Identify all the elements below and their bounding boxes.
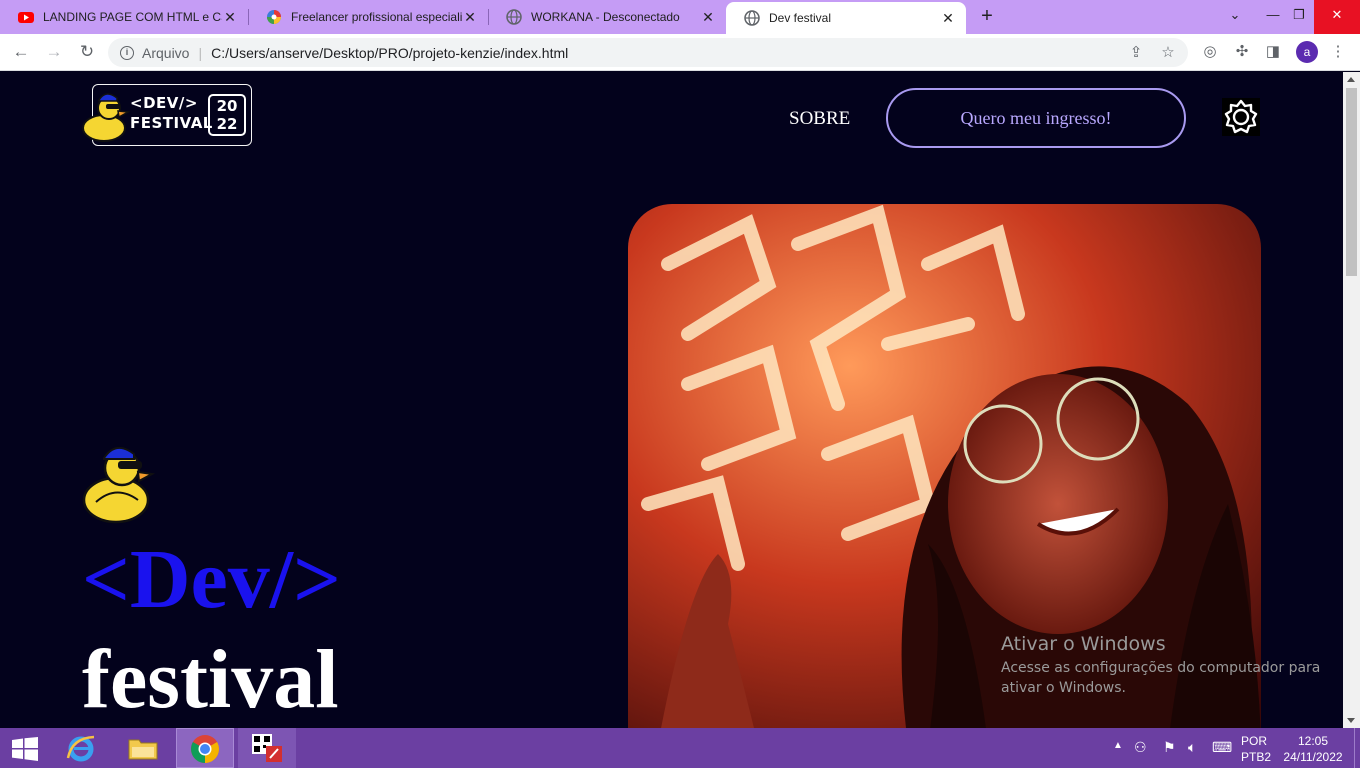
show-desktop-button[interactable] (1354, 728, 1360, 768)
logo-year-bottom: 22 (216, 115, 238, 133)
tab-title: WORKANA - Desconectado (531, 10, 680, 24)
folder-icon (128, 739, 158, 760)
more-menu-icon[interactable]: ⋮ (1329, 43, 1347, 61)
tray-expand-icon[interactable]: ▲ (1113, 740, 1123, 768)
hero-title-festival: festival (82, 633, 339, 726)
tab-title: Freelancer profissional especialista (291, 10, 462, 24)
tab-workana[interactable]: WORKANA - Desconectado ✕ (488, 0, 726, 34)
back-arrow-icon[interactable]: ← (10, 42, 32, 64)
windows-start-icon[interactable] (12, 737, 38, 761)
volume-icon[interactable]: 🔈︎ (1188, 739, 1196, 768)
windows-taskbar: ▲ ⚇ ⚑ 🔈︎ ⌨ POR PTB2 12:05 24/11/2022 (0, 728, 1360, 768)
language-code: POR (1241, 734, 1268, 748)
logo-dev-text: <DEV/> (130, 94, 198, 112)
site-logo[interactable]: <DEV/> FESTIVAL 20 22 (82, 84, 252, 146)
url-text: C:/Users/anserve/Desktop/PRO/projeto-ken… (211, 44, 569, 61)
restore-button[interactable]: ❐ (1282, 0, 1316, 34)
taskbar-file-explorer[interactable] (114, 728, 172, 768)
bookmark-star-icon[interactable]: ☆ (1160, 45, 1176, 61)
duck-logo-icon (82, 93, 131, 142)
sun-icon[interactable] (1222, 98, 1260, 136)
activate-title: Ativar o Windows (1001, 633, 1166, 655)
info-icon[interactable]: i (120, 45, 134, 60)
tab-landing-page[interactable]: LANDING PAGE COM HTML e CSS ✕ (0, 0, 248, 34)
keyboard-layout: PTB2 (1241, 750, 1272, 764)
activate-windows-watermark: Ativar o Windows Acesse as configurações… (1001, 633, 1320, 698)
qr-tool-icon (252, 734, 282, 762)
new-tab-button[interactable]: + (976, 6, 998, 28)
people-icon[interactable]: ⚇ (1134, 739, 1147, 768)
network-icon[interactable]: ⌨ (1212, 739, 1232, 768)
duck-mascot-icon (82, 447, 156, 524)
activate-line1: Acesse as configurações do computador pa… (1001, 660, 1321, 676)
share-icon[interactable]: ⇪ (1128, 45, 1144, 61)
page-scrollbar[interactable] (1343, 72, 1360, 728)
taskbar-app-qr[interactable] (238, 728, 296, 768)
internet-explorer-icon (66, 735, 95, 762)
colorwheel-icon (267, 10, 281, 24)
close-tab-icon[interactable]: ✕ (462, 9, 478, 26)
tab-strip: LANDING PAGE COM HTML e CSS ✕ Freelancer… (0, 0, 1360, 34)
taskbar-internet-explorer[interactable] (52, 728, 110, 768)
browser-toolbar: ← → ↻ i Arquivo | C:/Users/anserve/Deskt… (0, 34, 1360, 71)
scheme-label: Arquivo (142, 44, 190, 61)
language-indicator[interactable]: POR PTB2 (1241, 733, 1271, 768)
logo-year-top: 20 (216, 97, 238, 115)
flag-icon[interactable]: ⚑ (1163, 739, 1176, 768)
tab-title: LANDING PAGE COM HTML e CSS (43, 10, 222, 24)
address-divider: | (198, 44, 203, 61)
close-window-button[interactable]: ✕ (1314, 0, 1360, 34)
address-bar[interactable]: i Arquivo | C:/Users/anserve/Desktop/PRO… (108, 38, 1188, 67)
close-tab-icon[interactable]: ✕ (222, 9, 238, 26)
tab-freelancer[interactable]: Freelancer profissional especialista ✕ (248, 0, 488, 34)
clock-time: 12:05 (1297, 734, 1329, 748)
scroll-down-icon[interactable] (1347, 718, 1355, 723)
buy-ticket-button[interactable]: Quero meu ingresso! (886, 88, 1186, 148)
puzzle-icon[interactable]: ✣ (1233, 43, 1251, 61)
side-panel-icon[interactable]: ◨ (1264, 43, 1282, 61)
extension-globe-icon[interactable]: ◎ (1201, 43, 1219, 61)
page-viewport: <DEV/> FESTIVAL 20 22 SOBRE Quero meu in… (0, 72, 1343, 728)
globe-icon (744, 10, 760, 26)
globe-icon (506, 9, 522, 25)
chrome-icon (191, 735, 219, 763)
taskbar-chrome[interactable] (176, 728, 234, 768)
youtube-icon (18, 12, 34, 23)
avatar[interactable]: a (1296, 41, 1318, 63)
reload-icon[interactable]: ↻ (76, 42, 98, 64)
close-tab-icon[interactable]: ✕ (700, 9, 716, 26)
scroll-up-icon[interactable] (1347, 77, 1355, 82)
tab-dev-festival[interactable]: Dev festival ✕ (726, 2, 966, 34)
logo-year-box: 20 22 (208, 94, 246, 136)
tab-title: Dev festival (769, 11, 832, 25)
clock-date: 24/11/2022 (1283, 750, 1343, 764)
tab-search-chevron-down-icon[interactable]: ⌄ (1218, 0, 1252, 34)
hero-title-dev: <Dev/> (82, 533, 342, 626)
forward-arrow-icon[interactable]: → (43, 42, 65, 64)
scroll-thumb[interactable] (1346, 88, 1357, 276)
close-tab-icon[interactable]: ✕ (940, 10, 956, 27)
activate-line2: ativar o Windows. (1001, 680, 1126, 696)
nav-link-sobre[interactable]: SOBRE (789, 108, 850, 130)
logo-festival-text: FESTIVAL (130, 114, 213, 132)
clock[interactable]: 12:05 24/11/2022 (1282, 733, 1344, 768)
